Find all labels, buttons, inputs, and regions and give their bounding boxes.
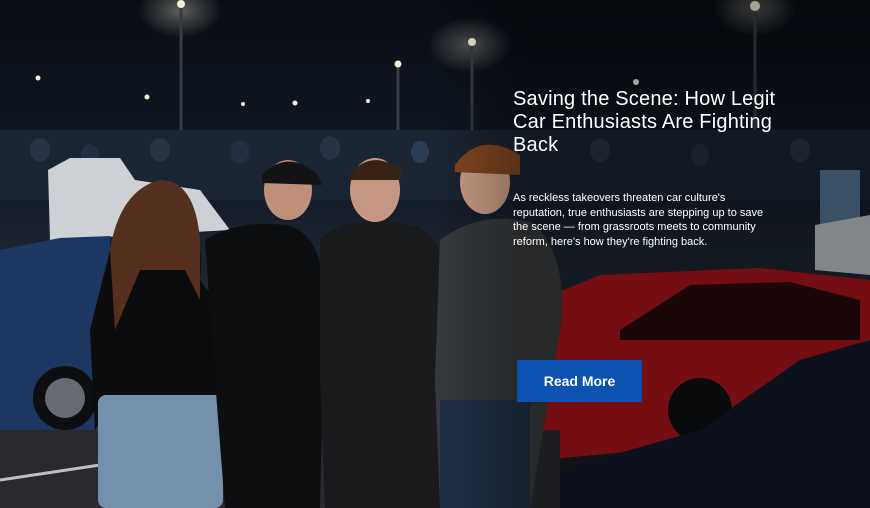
hero-overlay — [0, 0, 870, 508]
read-more-button[interactable]: Read More — [517, 360, 642, 402]
hero-content: Saving the Scene: How Legit Car Enthusia… — [513, 88, 783, 249]
hero-banner: Saving the Scene: How Legit Car Enthusia… — [0, 0, 870, 508]
hero-description: As reckless takeovers threaten car cultu… — [513, 192, 764, 248]
hero-title: Saving the Scene: How Legit Car Enthusia… — [513, 88, 776, 156]
